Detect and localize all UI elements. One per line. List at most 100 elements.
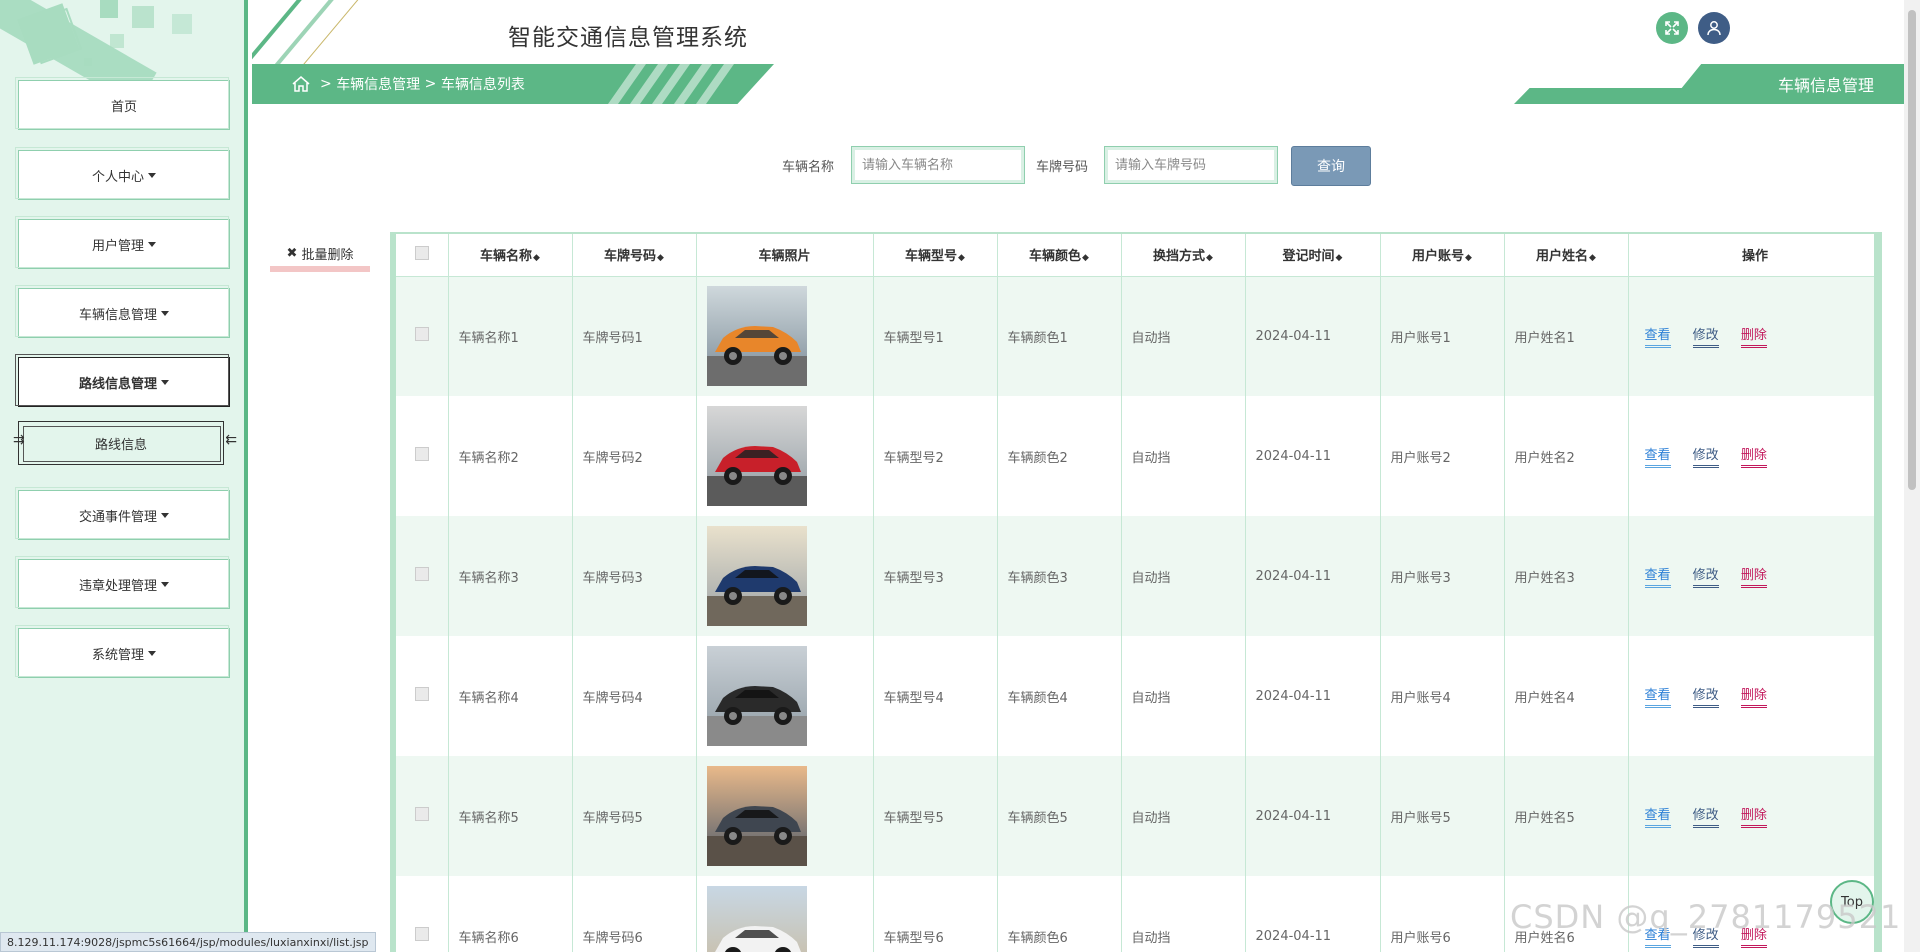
cell-vehicle-name: 车辆名称3 [448,516,573,636]
user-profile-button[interactable] [1698,12,1730,44]
cell-plate-number: 车牌号码4 [572,636,697,756]
cell-user-name: 用户姓名2 [1504,396,1629,516]
sidebar-item-traffic-event-management[interactable]: 交通事件管理 [15,487,230,540]
cell-gear-type: 自动挡 [1121,756,1246,876]
edit-link[interactable]: 修改 [1692,324,1719,349]
column-header-name[interactable]: 车辆名称◆ [448,234,573,277]
sidebar: 首页 个人中心 用户管理 车辆信息管理 路线信息管理 ⇉ 路线信息 ⇇ 交通事件… [0,0,248,952]
select-all-checkbox[interactable] [414,245,429,260]
row-checkbox[interactable] [414,927,429,941]
column-header-account[interactable]: 用户账号◆ [1380,234,1505,277]
caret-down-icon [161,379,169,385]
cell-vehicle-color: 车辆颜色6 [997,876,1122,952]
column-header-user[interactable]: 用户姓名◆ [1504,234,1629,277]
column-header-plate[interactable]: 车牌号码◆ [572,234,697,277]
edit-link[interactable]: 修改 [1692,444,1719,468]
column-header-date[interactable]: 登记时间◆ [1245,234,1381,277]
vertical-scrollbar[interactable] [1904,0,1920,952]
edit-link[interactable]: 修改 [1692,804,1719,828]
sidebar-item-violation-management[interactable]: 违章处理管理 [15,556,230,609]
sort-icon: ◆ [533,253,540,264]
user-icon [1707,21,1721,36]
select-cell [396,756,449,876]
caret-down-icon [161,512,169,518]
row-checkbox[interactable] [414,807,429,821]
view-link[interactable]: 查看 [1644,324,1671,349]
plate-number-label: 车牌号码 [1036,160,1089,175]
column-header-photo: 车辆照片 [696,234,874,277]
row-checkbox[interactable] [414,567,429,581]
view-link[interactable]: 查看 [1644,924,1671,948]
delete-link[interactable]: 删除 [1740,564,1767,588]
sidebar-item-home[interactable]: 首页 [15,77,230,130]
car-photo[interactable] [706,766,807,866]
row-checkbox[interactable] [414,327,429,342]
vehicle-name-input[interactable] [851,146,1025,184]
scrollbar-thumb[interactable] [1908,10,1916,490]
car-photo[interactable] [706,886,807,952]
select-cell [396,396,449,516]
cell-plate-number: 车牌号码1 [572,276,697,396]
edit-link[interactable]: 修改 [1692,924,1719,948]
home-icon[interactable] [292,76,310,92]
batch-delete-button[interactable]: ✖ 批量删除 [270,240,370,272]
delete-link[interactable]: 删除 [1740,444,1767,468]
cell-user-name: 用户姓名3 [1504,516,1629,636]
cell-vehicle-model: 车辆型号5 [873,756,998,876]
cell-gear-type: 自动挡 [1121,636,1246,756]
arrow-right-icon: ⇉ [13,432,25,448]
cell-vehicle-photo [696,516,874,636]
cell-user-name: 用户姓名6 [1504,876,1629,952]
row-checkbox[interactable] [414,687,429,701]
delete-link[interactable]: 删除 [1740,324,1767,349]
plate-number-input[interactable] [1104,146,1278,184]
sidebar-item-system-management[interactable]: 系统管理 [15,625,230,678]
sidebar-item-label: 交通事件管理 [78,509,157,525]
breadcrumb-level1[interactable]: 车辆信息管理 [336,74,420,94]
cell-gear-type: 自动挡 [1121,396,1246,516]
column-header-gear[interactable]: 换挡方式◆ [1121,234,1246,277]
submenu-item-route-info[interactable]: ⇉ 路线信息 ⇇ [13,421,237,465]
view-link[interactable]: 查看 [1644,804,1671,828]
cell-plate-number: 车牌号码3 [572,516,697,636]
edit-link[interactable]: 修改 [1692,564,1719,588]
fullscreen-button[interactable] [1656,12,1688,44]
edit-link[interactable]: 修改 [1692,684,1719,708]
delete-link[interactable]: 删除 [1740,924,1767,948]
car-photo[interactable] [706,646,807,746]
cell-gear-type: 自动挡 [1121,516,1246,636]
cell-register-date: 2024-04-11 [1245,876,1381,952]
cell-vehicle-photo [696,876,874,952]
page-tag: 车辆信息管理 [1514,64,1904,104]
cell-plate-number: 车牌号码2 [572,396,697,516]
delete-link[interactable]: 删除 [1740,804,1767,828]
view-link[interactable]: 查看 [1644,684,1671,708]
view-link[interactable]: 查看 [1644,564,1671,588]
sidebar-item-label: 违章处理管理 [78,578,157,594]
car-photo[interactable] [706,406,807,506]
cell-vehicle-name: 车辆名称4 [448,636,573,756]
car-photo[interactable] [706,286,807,387]
cell-vehicle-color: 车辆颜色2 [997,396,1122,516]
sidebar-item-vehicle-management[interactable]: 车辆信息管理 [15,285,230,338]
caret-down-icon [161,310,169,316]
column-header-actions: 操作 [1628,234,1874,277]
search-bar: 车辆名称 车牌号码 查询 [0,146,1904,186]
car-photo[interactable] [706,526,807,626]
delete-link[interactable]: 删除 [1740,684,1767,708]
sidebar-item-user-management[interactable]: 用户管理 [15,216,230,269]
cell-vehicle-color: 车辆颜色5 [997,756,1122,876]
breadcrumb-separator: > [320,76,332,92]
back-to-top-button[interactable]: Top [1830,880,1874,924]
cell-user-name: 用户姓名5 [1504,756,1629,876]
vehicle-name-label: 车辆名称 [782,160,835,175]
view-link[interactable]: 查看 [1644,444,1671,468]
row-checkbox[interactable] [414,447,429,461]
sidebar-item-label: 车辆信息管理 [78,307,157,323]
sidebar-item-route-management[interactable]: 路线信息管理 [15,354,230,407]
column-header-model[interactable]: 车辆型号◆ [873,234,998,277]
search-button[interactable]: 查询 [1291,146,1371,186]
cell-vehicle-photo [696,756,874,876]
cell-vehicle-model: 车辆型号2 [873,396,998,516]
column-header-color[interactable]: 车辆颜色◆ [997,234,1122,277]
